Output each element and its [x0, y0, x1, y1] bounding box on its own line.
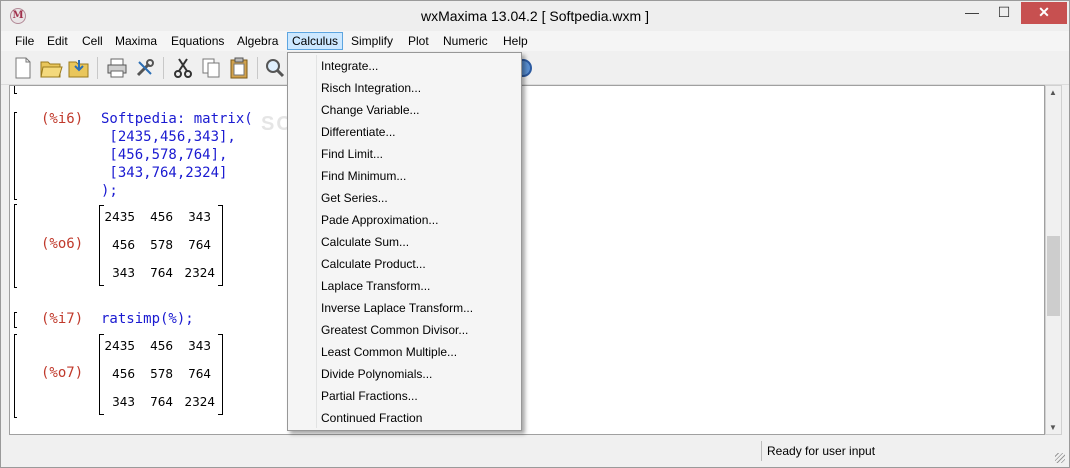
- matrix-cell: 456: [112, 238, 135, 252]
- cell-bracket[interactable]: [14, 86, 17, 94]
- status-separator: [761, 441, 762, 461]
- status-text: Ready for user input: [767, 444, 876, 458]
- toolbar-separator: [257, 57, 258, 79]
- window-title: wxMaxima 13.04.2 [ Softpedia.wxm ]: [421, 8, 649, 24]
- output-cell-bracket[interactable]: [14, 334, 17, 418]
- app-window: M wxMaxima 13.04.2 [ Softpedia.wxm ] — ☐…: [0, 0, 1070, 468]
- matrix-cell: 343: [188, 210, 211, 224]
- matrix-bracket-right: [218, 205, 223, 286]
- menu-item-integrate[interactable]: Integrate...: [321, 55, 378, 77]
- menu-item-greatest-common-divisor[interactable]: Greatest Common Divisor...: [321, 319, 468, 341]
- matrix-cell: 456: [112, 367, 135, 381]
- matrix-cell: 2324: [184, 266, 215, 280]
- worksheet[interactable]: (%i6) Softpedia: matrix( [2435,456,343],…: [9, 85, 1045, 435]
- menu-bar: File Edit Cell Maxima Equations Algebra …: [1, 31, 1069, 51]
- matrix-cell: 343: [188, 339, 211, 353]
- matrix-cell: 764: [150, 266, 173, 280]
- input-cell-bracket[interactable]: [14, 312, 17, 328]
- input-line[interactable]: [456,578,764],: [101, 147, 227, 163]
- toolbar-separator: [163, 57, 164, 79]
- output-cell-bracket[interactable]: [14, 204, 17, 288]
- new-icon[interactable]: [11, 56, 35, 80]
- menu-equations[interactable]: Equations: [167, 33, 228, 49]
- cut-icon[interactable]: [171, 56, 195, 80]
- vertical-scrollbar[interactable]: ▲ ▼: [1045, 85, 1062, 435]
- matrix-cell: 764: [150, 395, 173, 409]
- matrix-cell: 578: [150, 367, 173, 381]
- open-icon[interactable]: [39, 56, 63, 80]
- matrix-bracket-right: [218, 334, 223, 415]
- menu-item-continued-fraction[interactable]: Continued Fraction: [321, 407, 422, 429]
- output-label: (%o7): [41, 365, 84, 381]
- copy-icon[interactable]: [199, 56, 223, 80]
- menu-item-inverse-laplace-transform[interactable]: Inverse Laplace Transform...: [321, 297, 473, 319]
- input-cell-bracket[interactable]: [14, 112, 17, 200]
- menu-numeric[interactable]: Numeric: [439, 33, 492, 49]
- menu-item-least-common-multiple[interactable]: Least Common Multiple...: [321, 341, 457, 363]
- preferences-icon[interactable]: [133, 56, 157, 80]
- input-line[interactable]: [2435,456,343],: [101, 129, 235, 145]
- matrix-cell: 764: [188, 238, 211, 252]
- input-label: (%i6): [41, 111, 84, 127]
- matrix-cell: 456: [150, 210, 173, 224]
- paste-icon[interactable]: [227, 56, 251, 80]
- input-line[interactable]: ratsimp(%);: [101, 311, 194, 327]
- menu-simplify[interactable]: Simplify: [347, 33, 397, 49]
- print-icon[interactable]: [105, 56, 129, 80]
- menu-item-find-limit[interactable]: Find Limit...: [321, 143, 383, 165]
- menu-item-calculate-sum[interactable]: Calculate Sum...: [321, 231, 409, 253]
- menu-item-differentiate[interactable]: Differentiate...: [321, 121, 395, 143]
- find-icon[interactable]: [263, 56, 287, 80]
- menu-cell[interactable]: Cell: [78, 33, 107, 49]
- menu-item-get-series[interactable]: Get Series...: [321, 187, 388, 209]
- matrix-cell: 343: [112, 395, 135, 409]
- menu-gutter: [316, 55, 317, 428]
- menu-help[interactable]: Help: [499, 33, 532, 49]
- output-matrix: 2435 456 343 456 578 764 343 764 2324: [99, 334, 223, 415]
- matrix-cell: 2435: [104, 339, 135, 353]
- input-label: (%i7): [41, 311, 84, 327]
- menu-item-find-minimum[interactable]: Find Minimum...: [321, 165, 406, 187]
- menu-item-partial-fractions[interactable]: Partial Fractions...: [321, 385, 418, 407]
- maximize-button[interactable]: ☐: [989, 2, 1019, 24]
- matrix-cell: 764: [188, 367, 211, 381]
- calculus-menu-dropdown: Integrate... Risch Integration... Change…: [287, 52, 522, 431]
- menu-item-divide-polynomials[interactable]: Divide Polynomials...: [321, 363, 432, 385]
- matrix-cell: 2435: [104, 210, 135, 224]
- menu-maxima[interactable]: Maxima: [111, 33, 161, 49]
- menu-item-change-variable[interactable]: Change Variable...: [321, 99, 420, 121]
- input-line[interactable]: Softpedia: matrix(: [101, 111, 253, 127]
- resize-grip-icon[interactable]: [1055, 453, 1065, 463]
- close-button[interactable]: ✕: [1021, 2, 1067, 24]
- menu-edit[interactable]: Edit: [43, 33, 72, 49]
- minimize-button[interactable]: —: [957, 2, 987, 24]
- input-line[interactable]: [343,764,2324]: [101, 165, 227, 181]
- scroll-up-icon[interactable]: ▲: [1049, 88, 1057, 97]
- output-label: (%o6): [41, 236, 84, 252]
- status-bar: Ready for user input: [1, 439, 1069, 467]
- menu-calculus[interactable]: Calculus: [287, 32, 344, 50]
- menu-algebra[interactable]: Algebra: [233, 33, 282, 49]
- title-bar: M wxMaxima 13.04.2 [ Softpedia.wxm ] — ☐…: [1, 1, 1069, 31]
- menu-item-laplace-transform[interactable]: Laplace Transform...: [321, 275, 430, 297]
- toolbar-separator: [97, 57, 98, 79]
- matrix-cell: 343: [112, 266, 135, 280]
- matrix-cell: 578: [150, 238, 173, 252]
- output-matrix: 2435 456 343 456 578 764 343 764 2324: [99, 205, 223, 286]
- menu-item-pade-approximation[interactable]: Pade Approximation...: [321, 209, 438, 231]
- menu-plot[interactable]: Plot: [404, 33, 433, 49]
- matrix-cell: 456: [150, 339, 173, 353]
- menu-file[interactable]: File: [11, 33, 38, 49]
- menu-item-calculate-product[interactable]: Calculate Product...: [321, 253, 426, 275]
- scroll-down-icon[interactable]: ▼: [1049, 423, 1057, 432]
- menu-item-risch-integration[interactable]: Risch Integration...: [321, 77, 421, 99]
- toolbar: [1, 52, 1069, 85]
- matrix-cell: 2324: [184, 395, 215, 409]
- scroll-thumb[interactable]: [1047, 236, 1060, 316]
- input-line[interactable]: );: [101, 183, 118, 199]
- save-icon[interactable]: [67, 56, 91, 80]
